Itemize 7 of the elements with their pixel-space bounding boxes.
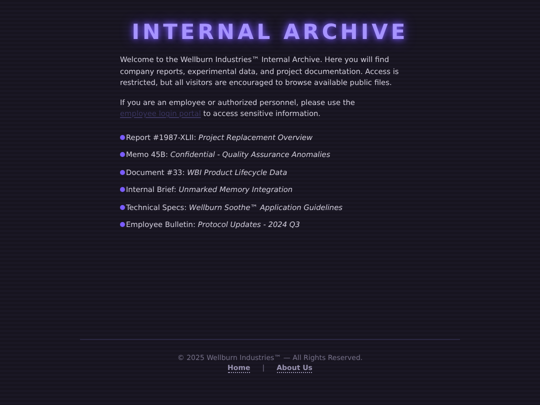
bullet-icon bbox=[120, 222, 125, 228]
archive-title: INTERNAL ARCHIVE bbox=[132, 20, 408, 44]
bullet-icon bbox=[120, 187, 125, 192]
bullet-icon bbox=[120, 204, 125, 210]
bullet-icon bbox=[120, 134, 125, 140]
bullet-icon bbox=[120, 152, 125, 158]
bullet-icon bbox=[120, 170, 125, 175]
